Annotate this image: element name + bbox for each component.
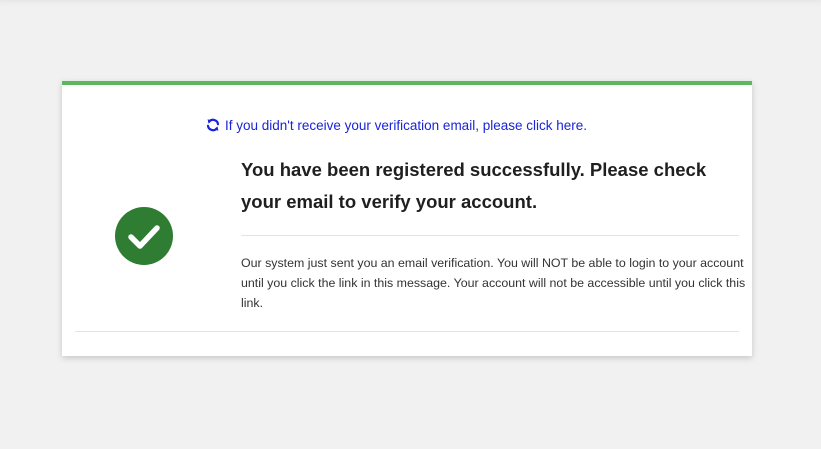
divider [75, 331, 739, 332]
check-circle-icon [115, 207, 173, 265]
success-headline: You have been registered successfully. P… [241, 159, 707, 212]
verification-card: If you didn't receive your verification … [62, 81, 752, 356]
refresh-icon[interactable] [205, 117, 221, 133]
verification-message: Our system just sent you an email verifi… [241, 256, 746, 310]
resend-verification-link[interactable]: If you didn't receive your verification … [225, 118, 587, 133]
resend-verification-row[interactable]: If you didn't receive your verification … [205, 117, 587, 133]
divider [241, 235, 739, 236]
